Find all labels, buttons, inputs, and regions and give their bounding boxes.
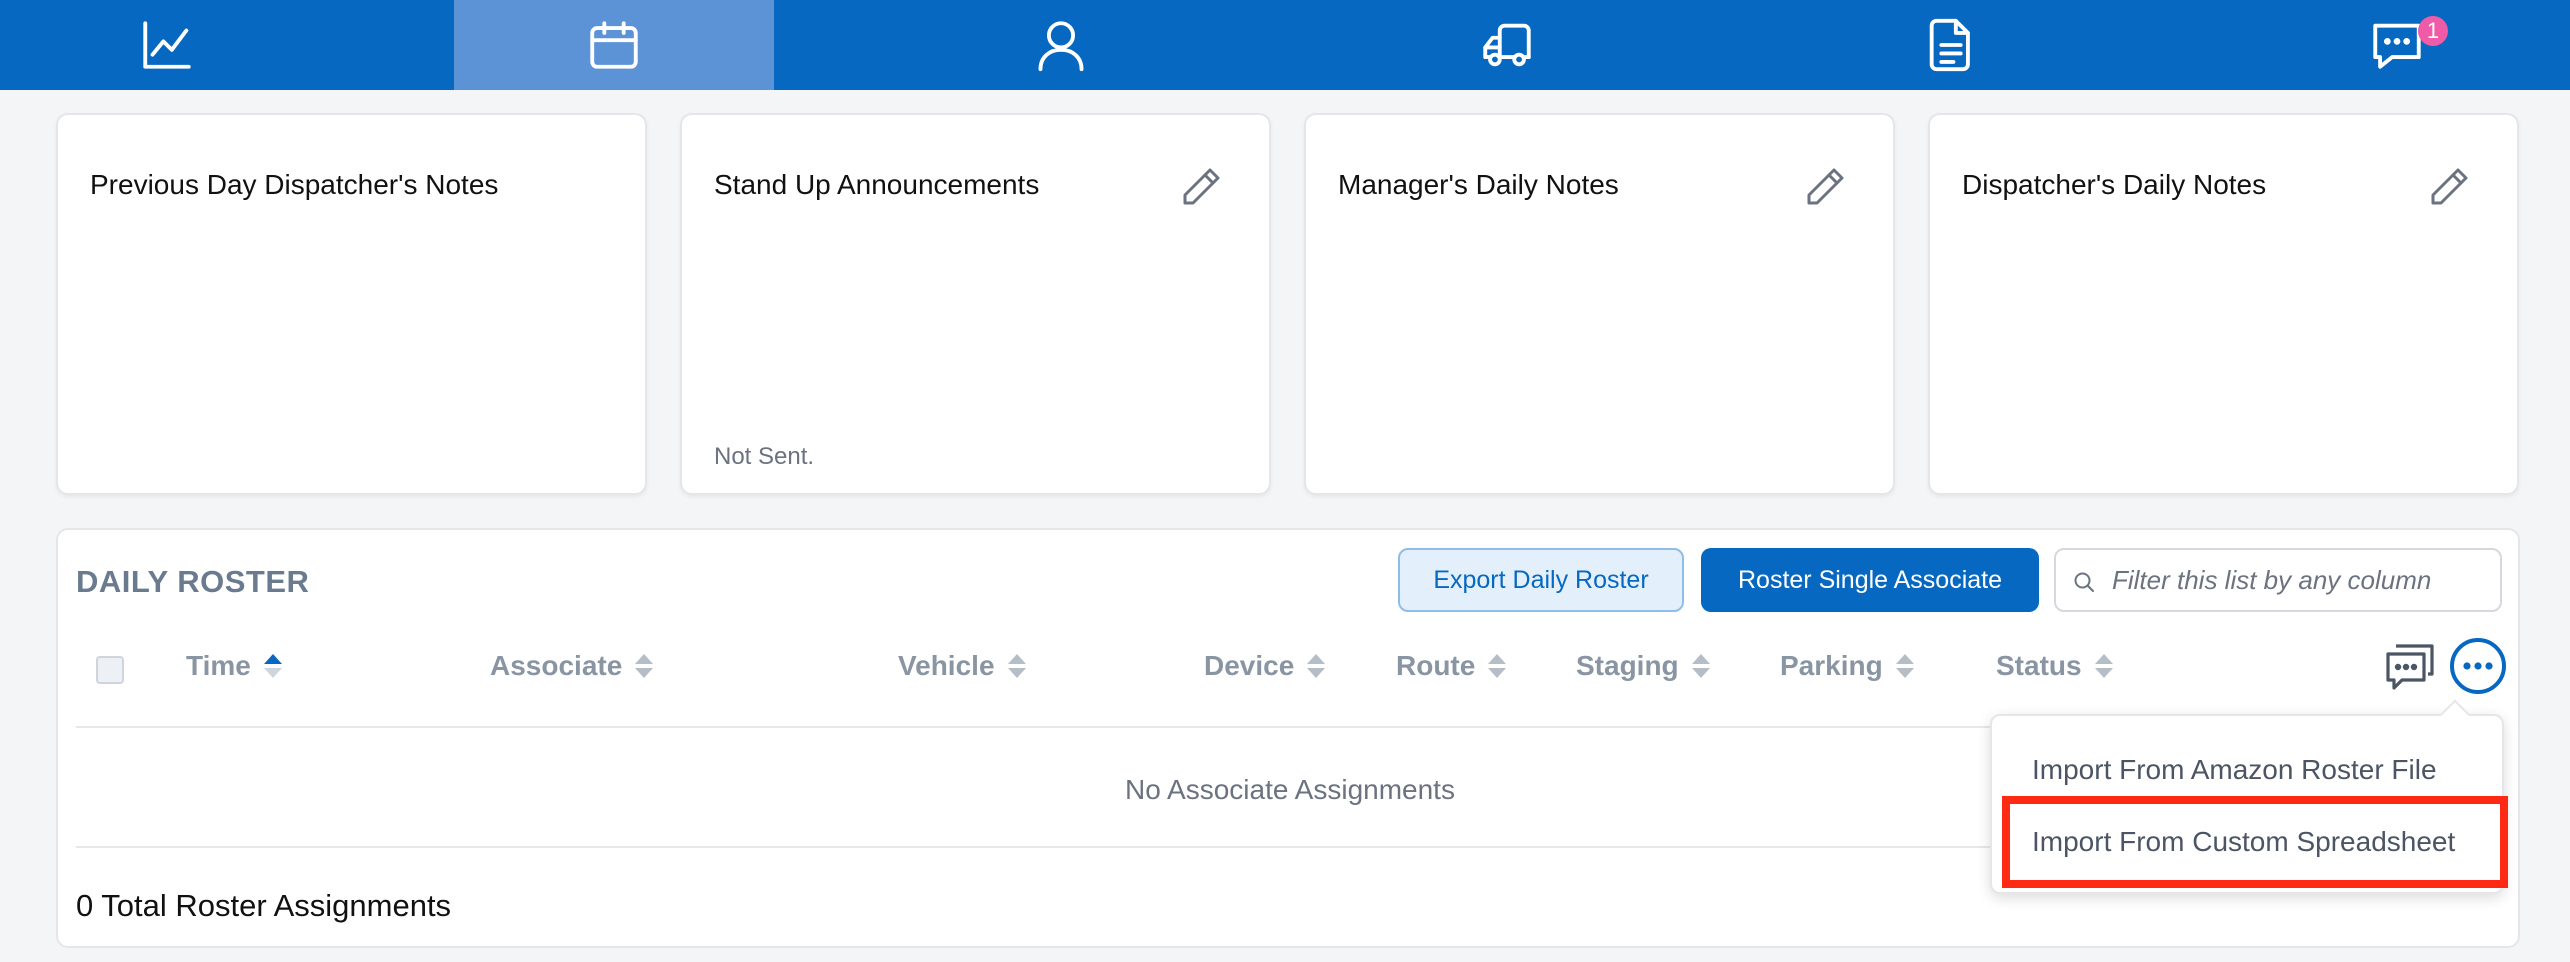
column-header-label: Parking — [1780, 650, 1883, 681]
sort-icon — [1895, 654, 1914, 678]
sort-icon — [2094, 654, 2113, 678]
sort-icon — [1307, 654, 1326, 678]
pencil-icon[interactable] — [1801, 163, 1849, 211]
column-header-time[interactable]: Time — [186, 650, 283, 682]
column-header-label: Time — [186, 650, 251, 681]
pencil-icon[interactable] — [1177, 163, 1225, 211]
card-title: Manager's Daily Notes — [1338, 169, 1619, 200]
column-header-label: Vehicle — [898, 650, 995, 681]
card-title: Previous Day Dispatcher's Notes — [90, 169, 499, 200]
column-header-label: Device — [1204, 650, 1295, 681]
column-header-associate[interactable]: Associate — [490, 650, 654, 682]
sort-ascending-icon — [263, 654, 282, 678]
card-previous-day-notes: Previous Day Dispatcher's Notes — [56, 113, 647, 495]
card-title: Stand Up Announcements — [714, 169, 1040, 200]
card-dispatchers-daily-notes: Dispatcher's Daily Notes — [1928, 113, 2519, 495]
column-header-label: Associate — [490, 650, 623, 681]
user-icon — [1038, 21, 1084, 72]
announcement-status: Not Sent. — [714, 443, 815, 470]
message-count-badge: 1 — [2418, 16, 2448, 46]
column-header-vehicle[interactable]: Vehicle — [898, 650, 1027, 682]
pencil-icon[interactable] — [2425, 163, 2473, 211]
top-navigation: 1 — [0, 0, 2570, 90]
nav-messages[interactable]: 1 — [2290, 0, 2504, 90]
column-header-label: Route — [1396, 650, 1476, 681]
nav-vehicles[interactable] — [1400, 0, 1614, 90]
nav-associates[interactable] — [954, 0, 1168, 90]
nav-reports[interactable] — [1844, 0, 2058, 90]
column-header-device[interactable]: Device — [1204, 650, 1326, 682]
messages-icon[interactable] — [2382, 638, 2438, 694]
column-header-status[interactable]: Status — [1996, 650, 2114, 682]
card-stand-up-announcements: Stand Up Announcements Not Sent. — [680, 113, 1271, 495]
menu-item-import-amazon-roster[interactable]: Import From Amazon Roster File — [2032, 754, 2437, 786]
sort-icon — [1691, 654, 1710, 678]
select-all-checkbox[interactable] — [96, 656, 124, 684]
sort-icon — [1007, 654, 1026, 678]
filter-input[interactable] — [2112, 558, 2488, 602]
column-header-route[interactable]: Route — [1396, 650, 1507, 682]
card-title: Dispatcher's Daily Notes — [1962, 169, 2267, 200]
sort-icon — [635, 654, 654, 678]
filter-field[interactable] — [2054, 548, 2502, 612]
export-daily-roster-button[interactable]: Export Daily Roster — [1398, 548, 1684, 612]
chart-line-icon — [143, 21, 191, 69]
more-options-icon[interactable] — [2448, 636, 2508, 696]
column-header-parking[interactable]: Parking — [1780, 650, 1915, 682]
truck-icon — [1483, 23, 1531, 67]
nav-dashboard[interactable] — [60, 0, 274, 90]
column-header-label: Staging — [1576, 650, 1679, 681]
menu-item-import-custom-spreadsheet[interactable]: Import From Custom Spreadsheet — [2032, 826, 2455, 858]
column-header-staging[interactable]: Staging — [1576, 650, 1711, 682]
column-header-label: Status — [1996, 650, 2082, 681]
roster-title: DAILY ROSTER — [76, 564, 310, 599]
sort-icon — [1488, 654, 1507, 678]
total-roster-assignments: 0 Total Roster Assignments — [76, 888, 452, 923]
calendar-icon — [590, 21, 638, 69]
import-options-menu: Import From Amazon Roster File Import Fr… — [1990, 699, 2504, 894]
card-managers-daily-notes: Manager's Daily Notes — [1304, 113, 1895, 495]
roster-single-associate-button[interactable]: Roster Single Associate — [1701, 548, 2039, 612]
search-icon — [2074, 572, 2094, 592]
message-icon — [2373, 23, 2421, 69]
nav-scheduler[interactable] — [454, 0, 774, 90]
document-icon — [1929, 18, 1970, 72]
